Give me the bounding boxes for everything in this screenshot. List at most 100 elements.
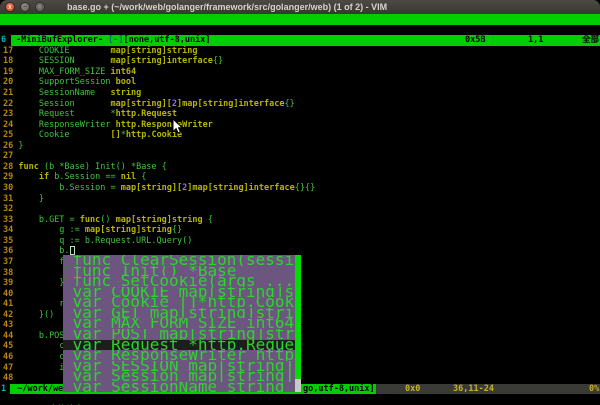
window-title: base.go + (~/work/web/golanger/framework… [67, 2, 387, 12]
code-line[interactable]: 31 } [0, 194, 600, 205]
close-icon[interactable]: x [5, 2, 15, 12]
popup-item[interactable]: func SetCookie(args ...interface) [63, 276, 295, 287]
code-line[interactable]: 26 } [0, 141, 600, 152]
code-token: ]map[string]interface [187, 183, 294, 193]
code-line[interactable]: 25 Cookie []*http.Cookie [0, 130, 600, 141]
line-number: 38 [3, 268, 18, 278]
line-number: 25 [3, 130, 18, 140]
code-token: {} [172, 225, 182, 235]
minibuf-status-flag: [-] [108, 35, 123, 45]
code-token: map[string]string [110, 46, 197, 56]
line-number: 36 [3, 246, 18, 256]
popup-item[interactable]: var POST map[string]string [63, 329, 295, 340]
line-number: 43 [3, 320, 18, 330]
popup-item[interactable]: var ResponseWriter http.ResponseWriter [63, 350, 295, 361]
maximize-icon[interactable]: ▢ [35, 2, 45, 12]
code-line[interactable]: 23 Request *http.Request [0, 109, 600, 120]
popup-item[interactable]: var Cookie []*http.Cookie [63, 297, 295, 308]
line-number: 32 [3, 204, 18, 214]
line-number: 42 [3, 310, 18, 320]
code-line[interactable]: 17 COOKIE map[string]string [0, 46, 600, 57]
code-token: MAX_FORM_SIZE [18, 67, 110, 77]
text-cursor [70, 246, 75, 255]
code-token: r [18, 299, 64, 309]
popup-item[interactable]: func Init() *Base [63, 266, 295, 277]
code-line[interactable]: 28 func (b *Base) Init() *Base { [0, 162, 600, 173]
popup-item[interactable]: var Session map[string][2]map[string]int… [63, 371, 295, 382]
minibuf-status-position: 1,1 [528, 35, 543, 46]
vim-tabline[interactable]: 2+ base.go [0, 14, 600, 25]
code-token: }() [18, 310, 54, 320]
code-line[interactable]: 22 Session map[string][2]map[string]inte… [0, 99, 600, 110]
code-token: b.Session == [49, 172, 121, 182]
code-token: {} [285, 99, 295, 109]
code-token: {}{} [295, 183, 315, 193]
main-status-position: 36,11-24 [453, 384, 494, 395]
main-status-fileinfo: go,utf-8,unix] [303, 384, 375, 395]
line-number: 35 [3, 236, 18, 246]
code-token: c [18, 352, 64, 362]
code-token: (b *Base) Init() *Base { [39, 162, 167, 172]
code-line[interactable]: 29 if b.Session == nil { [0, 172, 600, 183]
popup-item[interactable]: var SessionName string [63, 382, 295, 393]
code-token: http.ResponseWriter [116, 120, 213, 130]
line-number: 41 [3, 299, 18, 309]
code-token: q := b.Request.URL.Query() [18, 236, 192, 246]
line-number: 28 [3, 162, 18, 172]
code-line[interactable]: 27 [0, 151, 600, 162]
line-number: 37 [3, 257, 18, 267]
popup-item[interactable]: var COOKIE map[string]string [63, 287, 295, 298]
code-token: } [18, 278, 64, 288]
code-line[interactable]: 32 [0, 204, 600, 215]
code-token: i [18, 363, 64, 373]
code-token: f [18, 257, 64, 267]
window-titlebar: x − ▢ base.go + (~/work/web/golanger/fra… [0, 0, 600, 14]
code-line[interactable]: 30 b.Session = map[string][2]map[string]… [0, 183, 600, 194]
code-line[interactable]: 20 SupportSession bool [0, 77, 600, 88]
code-token: map[string]string [85, 225, 172, 235]
code-token [18, 172, 38, 182]
line-number: 21 [3, 88, 18, 98]
popup-item[interactable]: var SESSION map[string]interface [63, 361, 295, 372]
code-line[interactable]: 18 SESSION map[string]interface{} [0, 56, 600, 67]
code-token: c [18, 341, 64, 351]
line-number: 45 [3, 341, 18, 351]
minimize-icon[interactable]: − [20, 2, 30, 12]
minibuf-status-name: -MiniBufExplorer- [-][none,utf-8,unix] [16, 35, 210, 46]
minibuf-status-scroll: 全部 [582, 35, 599, 46]
code-line[interactable]: 21 SessionName string [0, 88, 600, 99]
popup-item-list: func ClearSession(sessionSign string) fu… [63, 255, 301, 392]
line-number: 40 [3, 289, 18, 299]
popup-item-selected[interactable]: var Request *http.Request [63, 340, 295, 351]
line-number: 31 [3, 194, 18, 204]
mouse-pointer-icon [172, 119, 184, 135]
line-number: 29 [3, 172, 18, 182]
code-token: } [18, 141, 23, 151]
completion-popup: func ClearSession(sessionSign string) fu… [63, 255, 301, 392]
code-token: } [18, 194, 44, 204]
popup-item[interactable]: var MAX_FORM_SIZE int64 [63, 318, 295, 329]
popup-scrollbar-track[interactable] [295, 379, 301, 392]
popup-item[interactable]: var GET map[string]string [63, 308, 295, 319]
line-number: 24 [3, 120, 18, 130]
code-token: map[string][ [121, 183, 182, 193]
vim-window: x − ▢ base.go + (~/work/web/golanger/fra… [0, 0, 600, 405]
code-line[interactable]: 33 b.GET = func() map[string]string { [0, 215, 600, 226]
code-line[interactable]: 19 MAX_FORM_SIZE int64 [0, 67, 600, 78]
line-number: 23 [3, 109, 18, 119]
code-line[interactable]: 34 g := map[string]string{} [0, 225, 600, 236]
code-token: int64 [110, 67, 136, 77]
line-number: 19 [3, 67, 18, 77]
code-token: g := [18, 225, 85, 235]
code-token: http.Request [116, 109, 177, 119]
popup-scrollbar[interactable] [295, 255, 301, 392]
popup-scrollbar-thumb[interactable] [295, 255, 301, 379]
code-token: map[string][ [110, 99, 171, 109]
code-token: SupportSession [18, 77, 115, 87]
code-line[interactable]: 24 ResponseWriter http.ResponseWriter [0, 120, 600, 131]
popup-item[interactable]: func ClearSession(sessionSign string) [63, 255, 295, 266]
minibuf-status-hex: 0x5B [465, 35, 485, 46]
code-line[interactable]: 35 q := b.Request.URL.Query() [0, 236, 600, 247]
code-token: nil [121, 172, 136, 182]
main-status-hex: 0x0 [405, 384, 420, 395]
